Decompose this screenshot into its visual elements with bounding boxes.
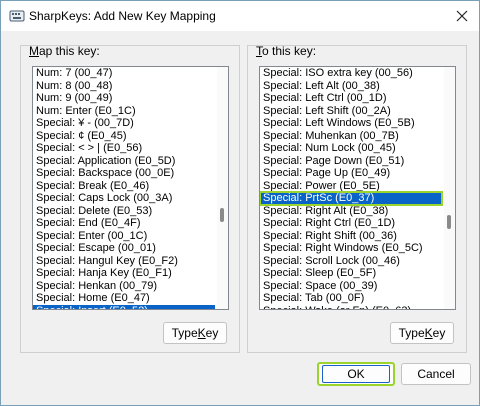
list-item[interactable]: Special: Sleep (E0_5F) <box>260 267 442 280</box>
list-item[interactable]: Special: Num Lock (00_45) <box>260 142 442 155</box>
add-mapping-dialog: SharpKeys: Add New Key Mapping Map this … <box>0 0 480 406</box>
map-to-scroll-thumb[interactable] <box>447 215 451 229</box>
list-item[interactable]: Special: Left Windows (E0_5B) <box>260 117 442 130</box>
map-to-items: Special: ISO extra key (00_56) Special: L… <box>260 67 443 310</box>
list-item[interactable]: Special: Hangul Key (E0_F2) <box>33 255 215 268</box>
list-item[interactable]: Special: Backspace (00_0E) <box>33 167 215 180</box>
list-item[interactable]: Special: Insert (E0_52) <box>33 304 215 309</box>
list-item[interactable]: Special: Right Windows (E0_5C) <box>260 242 442 255</box>
list-item[interactable]: Special: End (E0_4F) <box>33 217 215 230</box>
close-icon[interactable] <box>451 5 473 27</box>
ok-button-label: OK <box>347 367 365 381</box>
list-item[interactable]: Special: Right Shift (00_36) <box>260 230 442 243</box>
keyboard-icon <box>9 8 25 24</box>
list-item[interactable]: Special: Hanja Key (E0_F1) <box>33 267 215 280</box>
list-item[interactable]: Special: Page Down (E0_51) <box>260 155 442 168</box>
map-to-scrollbar[interactable] <box>444 67 455 309</box>
list-item[interactable]: Special: Wake (or Fn) (E0_63) <box>260 305 442 310</box>
list-item[interactable]: Num: 7 (00_47) <box>33 67 215 80</box>
list-item[interactable]: Num: Enter (E0_1C) <box>33 105 215 118</box>
list-item[interactable]: Special: Power (E0_5E) <box>260 180 442 193</box>
list-item[interactable]: Special: Application (E0_5D) <box>33 155 215 168</box>
map-from-scroll-thumb[interactable] <box>220 208 224 222</box>
list-item[interactable]: Special: Delete (E0_53) <box>33 205 215 218</box>
title-bar: SharpKeys: Add New Key Mapping <box>1 1 479 31</box>
list-item[interactable]: Special: Left Ctrl (00_1D) <box>260 92 442 105</box>
map-to-type-key-button[interactable]: Type Key <box>390 322 454 344</box>
list-item[interactable]: Special: Caps Lock (00_3A) <box>33 192 215 205</box>
list-item[interactable]: Special: Right Ctrl (E0_1D) <box>260 217 442 230</box>
list-item[interactable]: Special: Henkan (00_79) <box>33 280 215 293</box>
list-item[interactable]: Special: Tab (00_0F) <box>260 292 442 305</box>
list-item[interactable]: Special: Enter (00_1C) <box>33 230 215 243</box>
map-from-type-key-button[interactable]: Type Key <box>163 322 227 344</box>
list-item[interactable]: Special: Break (E0_46) <box>33 180 215 193</box>
list-item[interactable]: Num: 9 (00_49) <box>33 92 215 105</box>
map-from-group: Map this key: Num: 7 (00_47) Num: 8 (00_4… <box>20 44 240 353</box>
list-item[interactable]: Special: ¢ (E0_45) <box>33 130 215 143</box>
map-from-scrollbar[interactable] <box>217 67 228 309</box>
list-item[interactable]: Special: Left Alt (00_38) <box>260 80 442 93</box>
map-to-group: To this key: Special: ISO extra key (00_… <box>247 44 467 353</box>
list-item[interactable]: Special: PrtSc (E0_37) <box>260 191 443 206</box>
list-item[interactable]: Special: Scroll Lock (00_46) <box>260 255 442 268</box>
window-title: SharpKeys: Add New Key Mapping <box>29 9 216 23</box>
list-item[interactable]: Special: Space (00_39) <box>260 280 442 293</box>
list-item[interactable]: Special: Left Shift (00_2A) <box>260 105 442 118</box>
list-item[interactable]: Special: Page Up (E0_49) <box>260 167 442 180</box>
map-from-items: Num: 7 (00_47) Num: 8 (00_48) Num: 9 (00_4… <box>33 67 215 309</box>
list-item[interactable]: Special: Muhenkan (00_7B) <box>260 130 442 143</box>
list-item[interactable]: Special: < > | (E0_56) <box>33 142 215 155</box>
list-item[interactable]: Special: Escape (00_01) <box>33 242 215 255</box>
list-item[interactable]: Special: Home (E0_47) <box>33 292 215 305</box>
cancel-button[interactable]: Cancel <box>401 363 471 385</box>
list-item[interactable]: Special: ¥ - (00_7D) <box>33 117 215 130</box>
ok-button[interactable]: OK <box>317 362 395 386</box>
list-item[interactable]: Special: ISO extra key (00_56) <box>260 67 442 80</box>
map-from-label: Map this key: <box>29 44 100 58</box>
list-item[interactable]: Num: 8 (00_48) <box>33 80 215 93</box>
map-to-label: To this key: <box>256 44 317 58</box>
ok-button-focus-ring: OK <box>322 365 390 383</box>
map-from-listbox[interactable]: Num: 7 (00_47) Num: 8 (00_48) Num: 9 (00_4… <box>32 66 229 310</box>
map-to-listbox[interactable]: Special: ISO extra key (00_56) Special: L… <box>259 66 456 310</box>
list-item[interactable]: Special: Right Alt (E0_38) <box>260 205 442 218</box>
